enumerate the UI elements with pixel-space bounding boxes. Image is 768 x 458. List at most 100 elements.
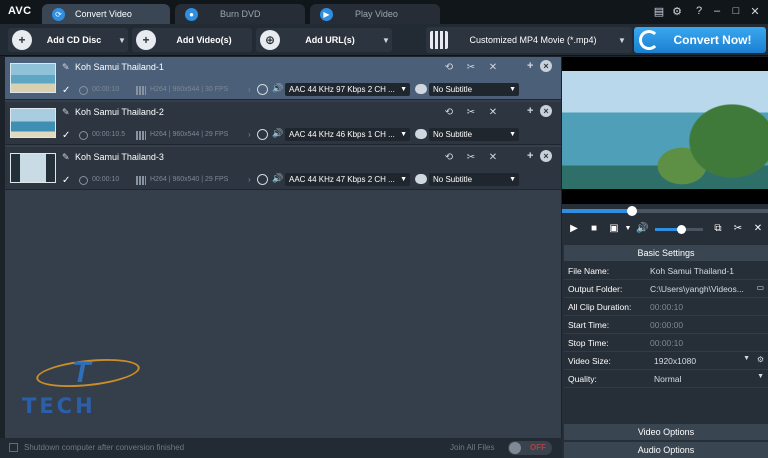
close-icon[interactable]: ✕	[748, 4, 762, 18]
file-row[interactable]: ✎ Koh Samui Thailand-2 ✓ 00:00:10.5 H264…	[5, 102, 561, 145]
convert-now-button[interactable]: Convert Now!	[634, 27, 766, 53]
watermark-mark: T	[72, 356, 91, 389]
maximize-icon[interactable]: □	[729, 4, 743, 18]
chevron-down-icon[interactable]: ▼	[743, 355, 750, 362]
play-icon: ▶	[320, 7, 333, 21]
tab-burn-dvd[interactable]: ● Burn DVD	[175, 4, 305, 24]
remove-icon[interactable]: ×	[540, 60, 552, 72]
cut-icon[interactable]: ✂	[465, 62, 477, 74]
audio-options-header[interactable]: Audio Options	[564, 442, 768, 458]
cut-icon[interactable]: ✂	[465, 152, 477, 164]
video-info: H264 | 960x544 | 30 FPS	[150, 86, 229, 93]
file-title: Koh Samui Thailand-2	[75, 107, 164, 117]
pencil-icon[interactable]: ✎	[62, 63, 71, 72]
refresh-icon[interactable]: ⟲	[443, 152, 455, 164]
add-icon[interactable]: +	[527, 150, 533, 162]
tools-icon[interactable]: ✕	[487, 152, 499, 164]
gear-icon[interactable]: ⚙	[757, 355, 764, 364]
popout-icon[interactable]: ⧉	[712, 223, 724, 235]
checkbox[interactable]: ✓	[62, 175, 70, 186]
refresh-icon[interactable]: ⟲	[443, 62, 455, 74]
shutdown-checkbox[interactable]	[9, 443, 18, 452]
tools-icon[interactable]: ✕	[487, 107, 499, 119]
audio-track-select[interactable]: AAC 44 KHz 47 Kbps 2 CH ... ▼	[285, 173, 410, 186]
seek-bar[interactable]	[562, 206, 768, 216]
setting-file-name[interactable]: File Name: Koh Samui Thailand-1	[564, 262, 768, 280]
add-videos-button[interactable]: + Add Video(s)	[132, 28, 252, 52]
chevron-down-icon[interactable]: ▼	[757, 373, 764, 380]
chevron-down-icon: ▼	[509, 86, 516, 93]
shutdown-label: Shutdown computer after conversion finis…	[24, 443, 185, 452]
chevron-down-icon[interactable]: ▼	[622, 223, 634, 235]
file-row[interactable]: ✎ Koh Samui Thailand-1 ✓ 00:00:10 H264 |…	[5, 57, 561, 100]
player-controls: ▶ ■ ▣ ▼ 🔊 ⧉ ✂ ✕	[562, 220, 768, 240]
audio-track-select[interactable]: AAC 44 KHz 97 Kbps 2 CH ... ▼	[285, 83, 410, 96]
setting-start-time[interactable]: Start Time: 00:00:00	[564, 316, 768, 334]
setting-stop-time[interactable]: Stop Time: 00:00:10	[564, 334, 768, 352]
refresh-icon[interactable]: ⟲	[443, 107, 455, 119]
register-icon[interactable]: ▤	[652, 4, 666, 18]
add-urls-button[interactable]: ⊕ Add URL(s) ▼	[256, 28, 392, 52]
subtitle-select[interactable]: No Subtitle ▼	[429, 128, 519, 141]
add-icon[interactable]: +	[527, 105, 533, 117]
chevron-down-icon[interactable]: ▼	[116, 36, 128, 45]
chevron-down-icon: ▼	[400, 131, 407, 138]
cut-icon[interactable]: ✂	[732, 223, 744, 235]
tools-icon[interactable]: ✕	[752, 223, 764, 235]
remove-icon[interactable]: ×	[540, 105, 552, 117]
preview-frame	[562, 71, 768, 189]
volume-handle[interactable]	[677, 225, 687, 234]
add-cd-disc-button[interactable]: + Add CD Disc ▼	[8, 28, 128, 52]
folder-icon[interactable]: ▭	[756, 283, 764, 292]
effects-icon[interactable]	[257, 84, 268, 95]
basic-settings-header[interactable]: Basic Settings	[564, 245, 768, 261]
watermark-text: TECH	[22, 394, 96, 418]
speaker-icon: 🔊	[272, 128, 284, 138]
effects-icon[interactable]	[257, 174, 268, 185]
chevron-down-icon: ▼	[509, 131, 516, 138]
subtitle-select[interactable]: No Subtitle ▼	[429, 83, 519, 96]
video-preview[interactable]	[562, 57, 768, 204]
setting-quality[interactable]: Quality: Normal ▼	[564, 370, 768, 388]
join-files-toggle[interactable]: OFF	[508, 441, 552, 455]
checkbox[interactable]: ✓	[62, 85, 70, 96]
gear-icon[interactable]: ⚙	[670, 4, 684, 18]
chevron-down-icon[interactable]: ▼	[380, 36, 392, 45]
play-icon[interactable]: ▶	[568, 223, 580, 235]
seek-handle[interactable]	[627, 206, 638, 216]
volume-slider[interactable]	[655, 225, 703, 234]
checkbox[interactable]: ✓	[62, 130, 70, 141]
video-options-header[interactable]: Video Options	[564, 424, 768, 440]
stop-icon[interactable]: ■	[588, 223, 600, 235]
minimize-icon[interactable]: –	[710, 4, 724, 18]
help-icon[interactable]: ?	[692, 4, 706, 18]
subtitle-icon	[415, 174, 427, 184]
add-icon[interactable]: +	[527, 60, 533, 72]
output-format-select[interactable]: Customized MP4 Movie (*.mp4) ▼	[426, 27, 632, 53]
toggle-state: OFF	[530, 443, 546, 452]
chevron-down-icon: ▼	[400, 86, 407, 93]
remove-icon[interactable]: ×	[540, 150, 552, 162]
add-disc-icon: +	[12, 30, 32, 50]
setting-output-folder[interactable]: Output Folder: C:\Users\yangh\Videos... …	[564, 280, 768, 298]
volume-icon[interactable]: 🔊	[636, 223, 648, 235]
audio-track-select[interactable]: AAC 44 KHz 46 Kbps 1 CH ... ▼	[285, 128, 410, 141]
clock-icon	[79, 176, 88, 185]
tab-play-video[interactable]: ▶ Play Video	[310, 4, 440, 24]
subtitle-select[interactable]: No Subtitle ▼	[429, 173, 519, 186]
tools-icon[interactable]: ✕	[487, 62, 499, 74]
file-row[interactable]: ✎ Koh Samui Thailand-3 ✓ 00:00:10 H264 |…	[5, 147, 561, 190]
pencil-icon[interactable]: ✎	[62, 153, 71, 162]
bottom-bar: Shutdown computer after conversion finis…	[0, 438, 562, 458]
film-icon	[430, 31, 448, 49]
cut-icon[interactable]: ✂	[465, 107, 477, 119]
film-icon	[136, 86, 146, 95]
snapshot-icon[interactable]: ▣	[608, 223, 620, 235]
chevron-down-icon: ▼	[509, 176, 516, 183]
setting-video-size[interactable]: Video Size: 1920x1080 ▼ ⚙	[564, 352, 768, 370]
tab-convert-video[interactable]: ⟳ Convert Video	[42, 4, 170, 24]
film-icon	[136, 176, 146, 185]
effects-icon[interactable]	[257, 129, 268, 140]
pencil-icon[interactable]: ✎	[62, 108, 71, 117]
file-title: Koh Samui Thailand-1	[75, 62, 164, 72]
